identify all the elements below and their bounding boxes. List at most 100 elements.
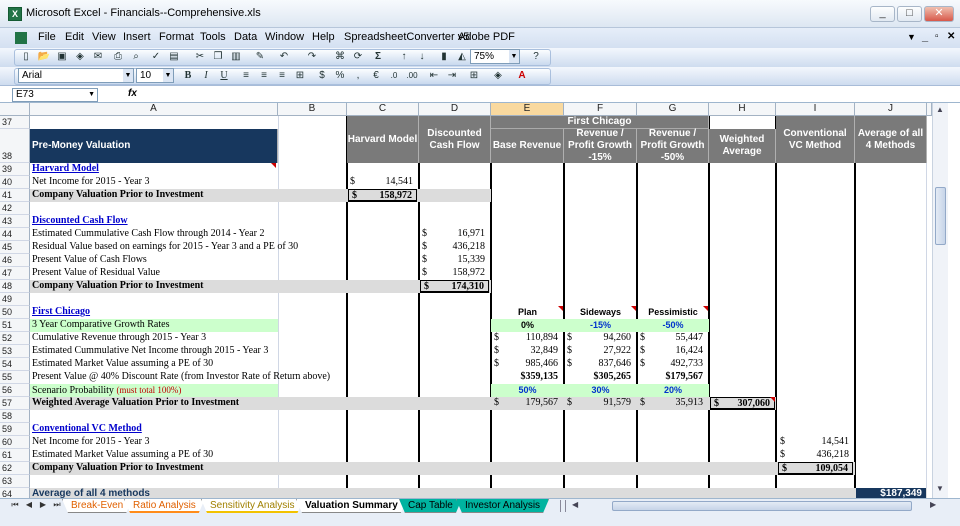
undo-icon[interactable]: ↶ <box>276 50 292 63</box>
cell-f55[interactable]: $305,265 <box>564 371 635 384</box>
tab-ratio-analysis[interactable]: Ratio Analysis <box>124 499 205 513</box>
row-header[interactable]: 60 <box>0 436 30 449</box>
format-painter-icon[interactable]: ✎ <box>252 50 268 63</box>
percent-button[interactable]: % <box>332 69 348 82</box>
row-header[interactable]: 38 <box>0 129 30 163</box>
column-header-d[interactable]: D <box>419 103 491 116</box>
italic-button[interactable]: I <box>198 69 214 82</box>
paste-icon[interactable]: ▥ <box>228 50 244 63</box>
column-header-e[interactable]: E <box>491 103 564 116</box>
cell-f53[interactable]: $27,922 <box>564 345 635 358</box>
decrease-decimal-icon[interactable]: .00 <box>404 69 420 82</box>
save-icon[interactable]: ▣ <box>54 50 70 63</box>
column-header-c[interactable]: C <box>347 103 419 116</box>
cut-icon[interactable]: ✂ <box>192 50 208 63</box>
cell-e52[interactable]: $110,894 <box>491 332 562 345</box>
tab-cap-table[interactable]: Cap Table <box>399 499 462 513</box>
decrease-indent-icon[interactable]: ⇤ <box>426 69 442 82</box>
cell-c41[interactable]: $158,972 <box>348 189 417 202</box>
select-all-corner[interactable] <box>0 103 30 116</box>
minimize-button[interactable]: _ <box>870 6 895 22</box>
menu-insert[interactable]: Insert <box>123 31 151 43</box>
cell-g54[interactable]: $492,733 <box>637 358 707 371</box>
row-header[interactable]: 58 <box>0 410 30 423</box>
row-header[interactable]: 46 <box>0 254 30 267</box>
maximize-button[interactable]: □ <box>897 6 922 22</box>
research-icon[interactable]: ▤ <box>166 50 182 63</box>
cell-i60[interactable]: $14,541 <box>777 436 853 449</box>
autosum-icon[interactable]: Σ <box>370 50 386 63</box>
column-header-b[interactable]: B <box>278 103 347 116</box>
cell-e56[interactable]: 50% <box>491 384 564 397</box>
column-header-f[interactable]: F <box>564 103 637 116</box>
cell-f57[interactable]: $91,579 <box>564 397 635 410</box>
row-header[interactable]: 43 <box>0 215 30 228</box>
increase-decimal-icon[interactable]: .0 <box>386 69 402 82</box>
menu-tools[interactable]: Tools <box>200 31 226 43</box>
doc-minimize-button[interactable]: _ <box>922 31 928 43</box>
align-left-icon[interactable]: ≡ <box>238 69 254 82</box>
zoom-dropdown-icon[interactable]: ▼ <box>509 50 519 63</box>
borders-icon[interactable]: ⊞ <box>466 69 482 82</box>
row-header[interactable]: 41 <box>0 189 30 202</box>
row-header[interactable]: 57 <box>0 397 30 410</box>
tab-break-even[interactable]: Break-Even <box>62 499 132 513</box>
row-header[interactable]: 48 <box>0 280 30 293</box>
help-icon[interactable]: ? <box>528 50 544 63</box>
cell-c40[interactable]: $14,541 <box>347 176 417 189</box>
prev-sheet-icon[interactable]: ◀ <box>24 500 34 512</box>
cell-f51[interactable]: -15% <box>564 319 637 332</box>
underline-button[interactable]: U <box>216 69 232 82</box>
column-header-a[interactable]: A <box>30 103 278 116</box>
copy-icon[interactable]: ❐ <box>210 50 226 63</box>
worksheet-grid[interactable]: A B C D E F G H I J 37 38 39 40 41 42 43… <box>0 103 932 498</box>
cell-f56[interactable]: 30% <box>564 384 637 397</box>
cell-g53[interactable]: $16,424 <box>637 345 707 358</box>
hyperlink-icon[interactable]: ⌘ <box>332 50 348 63</box>
menu-file[interactable]: File <box>38 31 56 43</box>
align-right-icon[interactable]: ≡ <box>274 69 290 82</box>
scroll-right-icon[interactable]: ▶ <box>930 500 936 509</box>
refresh-icon[interactable]: ⟳ <box>350 50 366 63</box>
doc-restore-icon[interactable]: ▫ <box>935 31 939 42</box>
row-header[interactable]: 42 <box>0 202 30 215</box>
cell-d44[interactable]: $16,971 <box>419 228 489 241</box>
sort-ascending-icon[interactable]: ↑ <box>396 50 412 63</box>
row-header[interactable]: 56 <box>0 384 30 397</box>
menu-window[interactable]: Window <box>265 31 304 43</box>
row-header[interactable]: 61 <box>0 449 30 462</box>
euro-button[interactable]: € <box>368 69 384 82</box>
doc-close-button[interactable]: ✕ <box>947 31 955 42</box>
menu-data[interactable]: Data <box>234 31 257 43</box>
row-header[interactable]: 40 <box>0 176 30 189</box>
cell-f54[interactable]: $837,646 <box>564 358 635 371</box>
cell-d45[interactable]: $436,218 <box>419 241 489 254</box>
cell-d46[interactable]: $15,339 <box>419 254 489 267</box>
row-header[interactable]: 53 <box>0 345 30 358</box>
menu-view[interactable]: View <box>92 31 116 43</box>
currency-button[interactable]: $ <box>314 69 330 82</box>
new-icon[interactable]: ▯ <box>18 50 34 63</box>
zoom-combo[interactable]: 75% ▼ <box>470 49 520 64</box>
font-color-icon[interactable]: A <box>514 69 530 82</box>
cell-g52[interactable]: $55,447 <box>637 332 707 345</box>
open-icon[interactable]: 📂 <box>36 50 52 63</box>
fx-icon[interactable]: fx <box>128 88 137 99</box>
redo-icon[interactable]: ↷ <box>304 50 320 63</box>
cell-d47[interactable]: $158,972 <box>419 267 489 280</box>
tab-split-handle[interactable] <box>560 500 566 512</box>
permission-icon[interactable]: ◈ <box>72 50 88 63</box>
name-box[interactable]: E73 ▼ <box>12 88 98 102</box>
cell-i61[interactable]: $436,218 <box>777 449 853 462</box>
column-header-i[interactable]: I <box>776 103 855 116</box>
column-header-g[interactable]: G <box>637 103 709 116</box>
email-icon[interactable]: ✉ <box>90 50 106 63</box>
column-header-h[interactable]: H <box>709 103 776 116</box>
merge-center-icon[interactable]: ⊞ <box>292 69 308 82</box>
workbook-icon[interactable] <box>14 31 34 46</box>
cell-g55[interactable]: $179,567 <box>637 371 707 384</box>
font-size-combo[interactable]: 10 ▼ <box>136 68 174 83</box>
print-preview-icon[interactable]: ⌕ <box>128 50 144 63</box>
cell-i62[interactable]: $109,054 <box>778 462 853 475</box>
cell-d48[interactable]: $174,310 <box>420 280 489 293</box>
